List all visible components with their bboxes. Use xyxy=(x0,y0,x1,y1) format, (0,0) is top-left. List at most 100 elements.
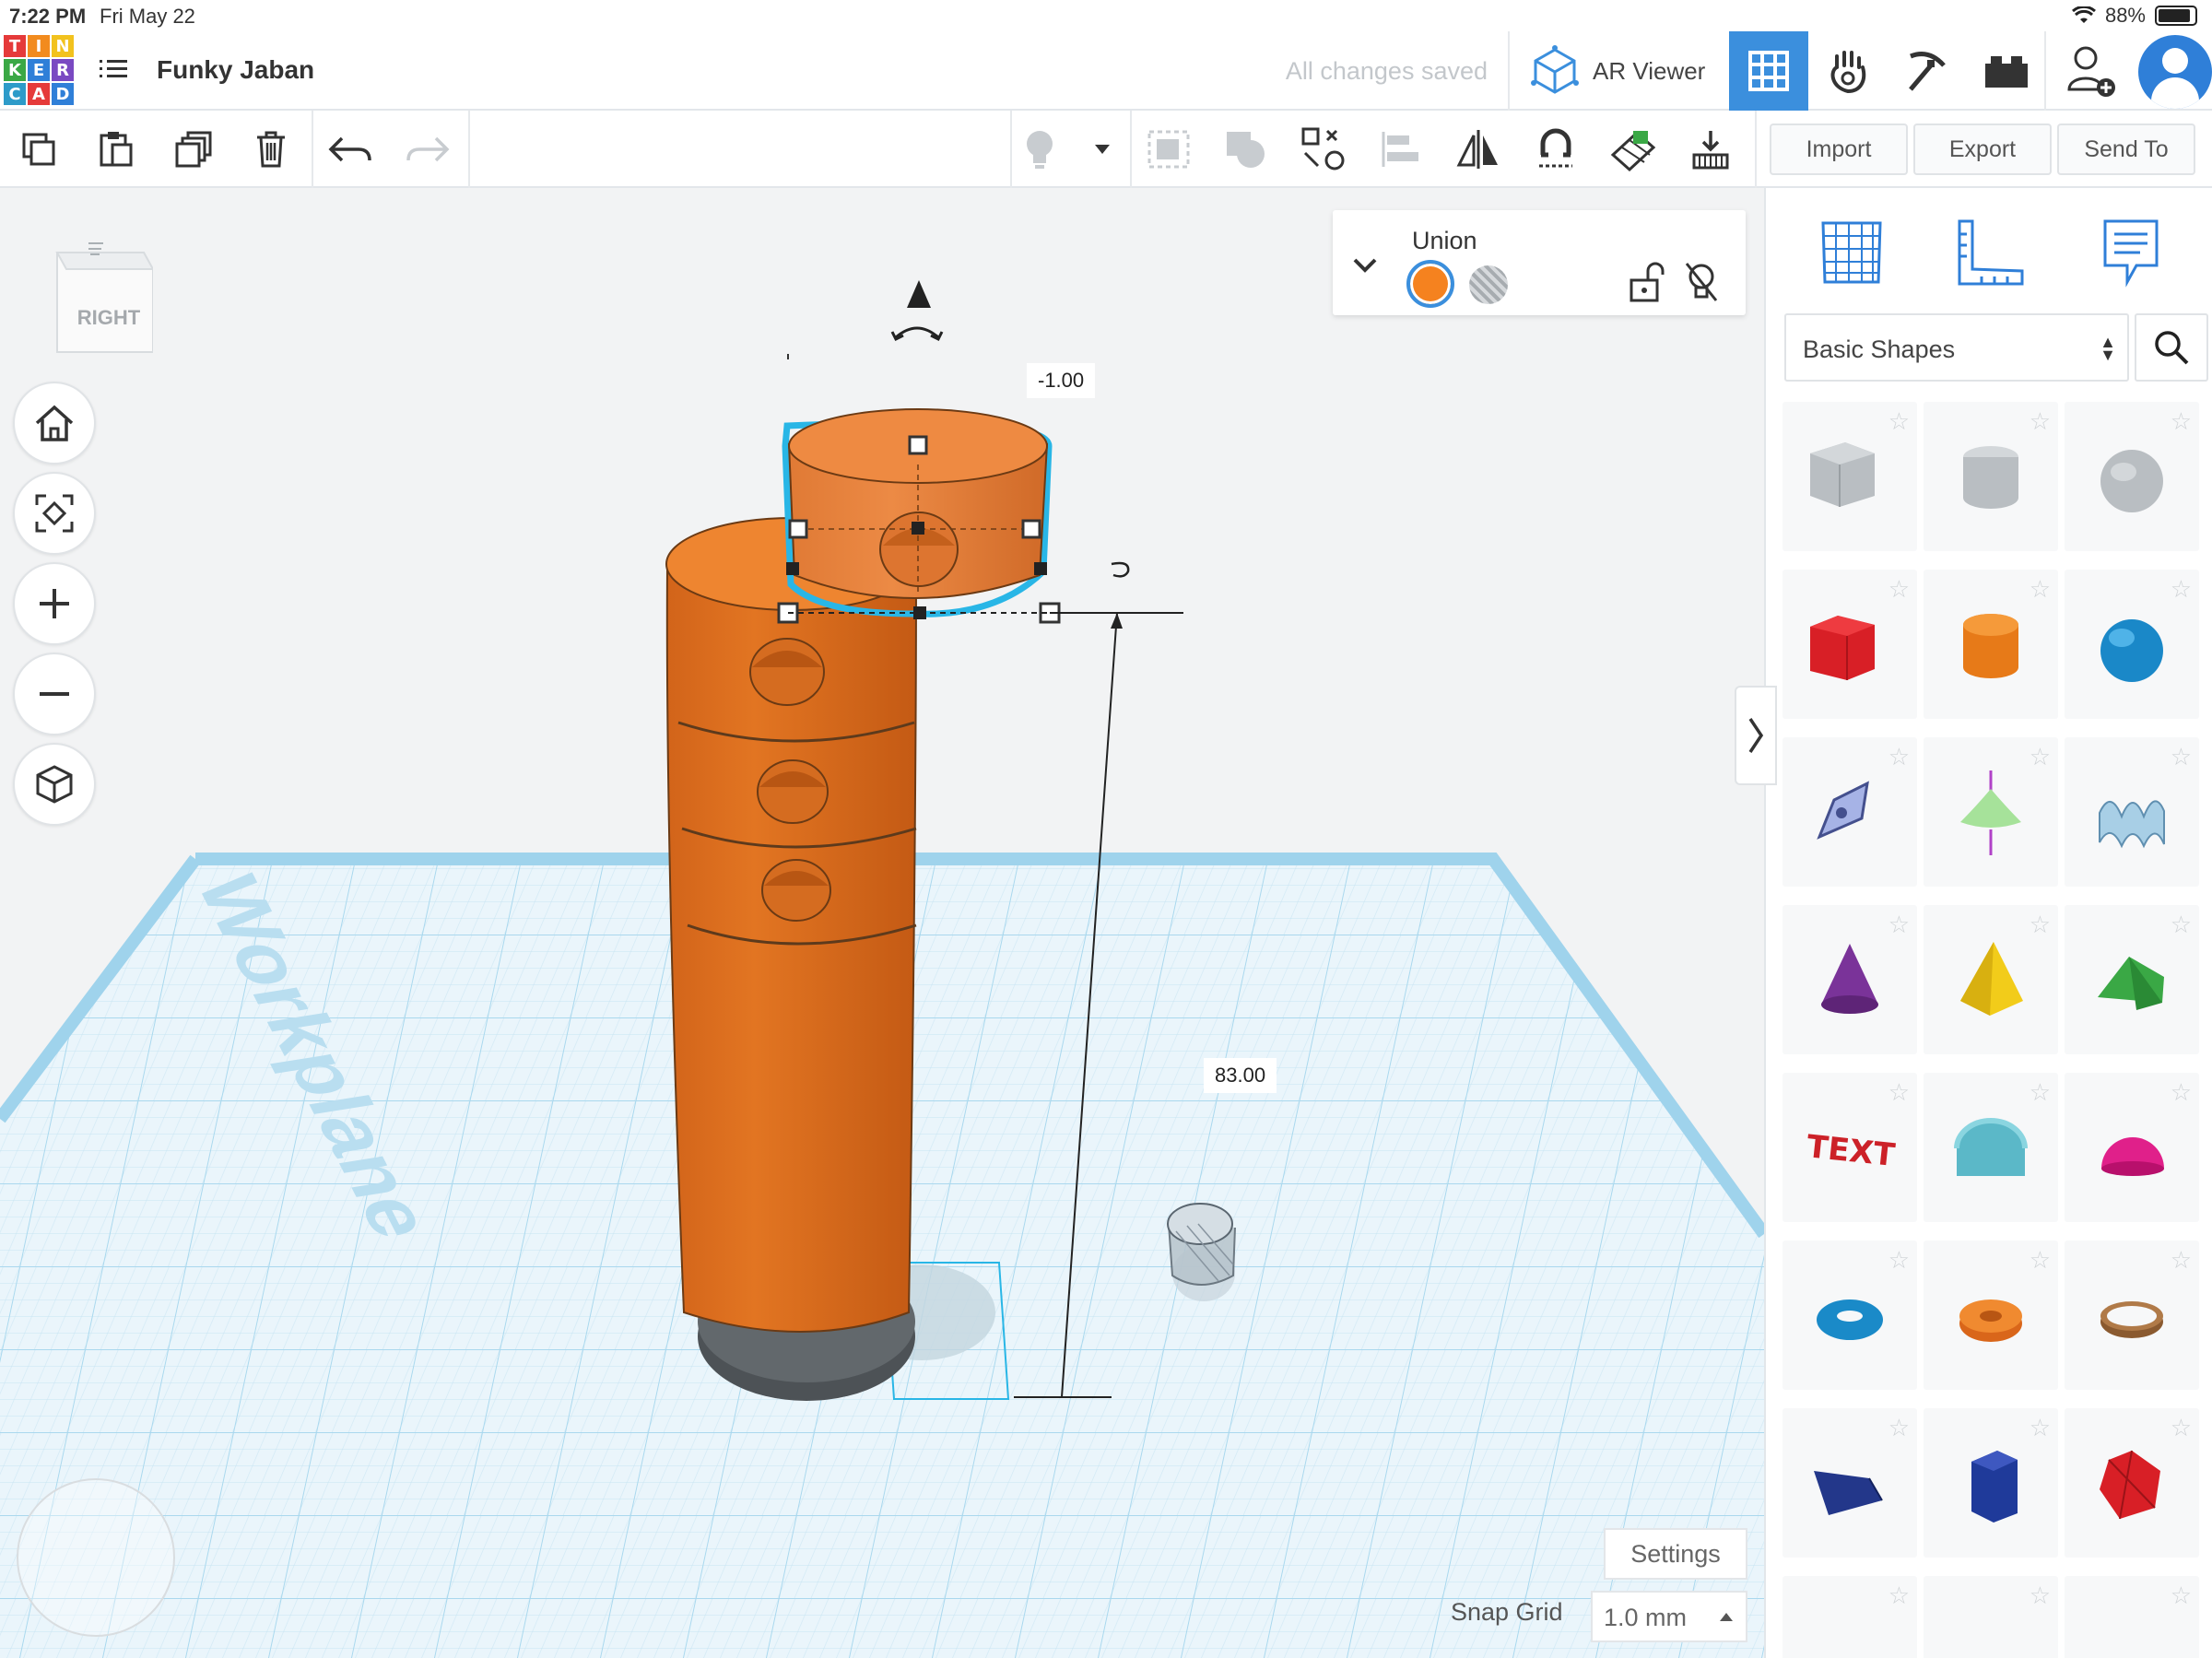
search-icon[interactable] xyxy=(2135,313,2208,382)
shape-tile[interactable]: TEXT ☆ xyxy=(1783,1073,1917,1222)
collapse-chevron-icon[interactable] xyxy=(1351,256,1379,275)
favorite-star-icon[interactable]: ☆ xyxy=(2171,1414,2192,1442)
favorite-star-icon[interactable]: ☆ xyxy=(2171,743,2192,771)
tinkercad-logo[interactable]: T I N K E R C A D xyxy=(4,35,74,105)
solid-color-swatch[interactable] xyxy=(1406,260,1454,308)
shape-tile[interactable]: ☆ xyxy=(1783,1576,1917,1658)
project-name[interactable]: Funky Jaban xyxy=(157,55,314,85)
shape-tile[interactable]: ☆ xyxy=(1783,737,1917,887)
paste-icon[interactable] xyxy=(79,111,153,188)
lego-brick-icon[interactable] xyxy=(1967,31,2046,111)
union-icon[interactable] xyxy=(1209,111,1283,188)
favorite-star-icon[interactable]: ☆ xyxy=(1888,407,1910,436)
favorite-star-icon[interactable]: ☆ xyxy=(1888,575,1910,604)
codeblocks-hand-icon[interactable] xyxy=(1808,31,1888,111)
mirror-icon[interactable] xyxy=(1441,111,1515,188)
duplicate-icon[interactable] xyxy=(157,111,230,188)
redo-icon[interactable] xyxy=(391,111,465,188)
design-menu-icon[interactable] xyxy=(100,55,131,87)
shape-tile[interactable]: ☆ xyxy=(1924,1408,2058,1558)
dimension-height-label[interactable]: 83.00 xyxy=(1204,1058,1277,1093)
favorite-star-icon[interactable]: ☆ xyxy=(2030,743,2051,771)
shape-tile[interactable]: ☆ xyxy=(1783,1241,1917,1390)
favorite-star-icon[interactable]: ☆ xyxy=(2171,1246,2192,1275)
favorite-star-icon[interactable]: ☆ xyxy=(2171,911,2192,939)
home-icon[interactable] xyxy=(13,382,96,464)
favorite-star-icon[interactable]: ☆ xyxy=(1888,1078,1910,1107)
favorite-star-icon[interactable]: ☆ xyxy=(2030,575,2051,604)
shape-tile[interactable]: ☆ xyxy=(1924,905,2058,1054)
shape-tile[interactable]: ☆ xyxy=(2065,905,2199,1054)
shape-tile[interactable]: ☆ xyxy=(2065,1576,2199,1658)
panel-collapse-tab[interactable] xyxy=(1735,686,1777,785)
hole-cylinder[interactable] xyxy=(1167,1203,1236,1301)
shape-tile[interactable]: ☆ xyxy=(1924,1073,2058,1222)
shape-tile[interactable]: ☆ xyxy=(2065,1241,2199,1390)
lift-arrow-icon[interactable] xyxy=(907,280,931,308)
shape-tile[interactable]: ☆ xyxy=(1924,737,2058,887)
favorite-star-icon[interactable]: ☆ xyxy=(2030,1414,2051,1442)
lock-icon[interactable] xyxy=(1628,260,1666,304)
dimension-top-label[interactable]: -1.00 xyxy=(1027,363,1096,398)
shape-tile[interactable]: ☆ xyxy=(1924,570,2058,719)
favorite-star-icon[interactable]: ☆ xyxy=(1888,743,1910,771)
orbit-joystick[interactable] xyxy=(17,1478,175,1637)
dropdown-icon[interactable] xyxy=(1069,111,1135,188)
delete-icon[interactable] xyxy=(234,111,308,188)
minecraft-pickaxe-icon[interactable] xyxy=(1888,31,1967,111)
send-to-button[interactable]: Send To xyxy=(2057,123,2195,175)
shape-tile[interactable]: ☆ xyxy=(2065,737,2199,887)
workplane-scene[interactable]: Workplane xyxy=(0,188,1764,1658)
align-icon[interactable] xyxy=(1364,111,1438,188)
copy-icon[interactable] xyxy=(2,111,76,188)
ruler-icon[interactable] xyxy=(1945,206,2037,299)
shape-tile[interactable]: ☆ xyxy=(1783,570,1917,719)
shape-tile[interactable]: ☆ xyxy=(1783,905,1917,1054)
import-button[interactable]: Import xyxy=(1770,123,1908,175)
magnet-icon[interactable] xyxy=(1519,111,1593,188)
settings-button[interactable]: Settings xyxy=(1604,1528,1747,1580)
3d-design-grid-icon[interactable] xyxy=(1729,31,1808,111)
favorite-star-icon[interactable]: ☆ xyxy=(2171,1078,2192,1107)
fit-view-icon[interactable] xyxy=(13,472,96,555)
favorite-star-icon[interactable]: ☆ xyxy=(2171,407,2192,436)
shape-tile[interactable]: ☆ xyxy=(2065,1408,2199,1558)
add-user-icon[interactable] xyxy=(2052,31,2131,111)
shape-tile[interactable]: ☆ xyxy=(1924,1241,2058,1390)
user-avatar-icon[interactable] xyxy=(2138,35,2212,109)
hole-striped-icon[interactable] xyxy=(1469,265,1508,304)
orange-tower[interactable] xyxy=(665,517,918,1333)
favorite-star-icon[interactable]: ☆ xyxy=(1888,1246,1910,1275)
hide-light-icon[interactable] xyxy=(1681,260,1722,304)
notes-icon[interactable] xyxy=(2085,206,2177,299)
perspective-cube-icon[interactable] xyxy=(13,743,96,826)
favorite-star-icon[interactable]: ☆ xyxy=(2171,575,2192,604)
zoom-in-icon[interactable] xyxy=(13,562,96,645)
rotate-side-icon[interactable] xyxy=(1111,561,1130,578)
workplane-icon[interactable] xyxy=(1596,111,1670,188)
favorite-star-icon[interactable]: ☆ xyxy=(2030,407,2051,436)
view-cube[interactable]: RIGHT xyxy=(48,232,155,361)
favorite-star-icon[interactable]: ☆ xyxy=(2171,1582,2192,1610)
zoom-out-icon[interactable] xyxy=(13,653,96,735)
snap-grid-select[interactable]: 1.0 mm xyxy=(1591,1591,1747,1642)
drop-icon[interactable] xyxy=(1674,111,1747,188)
workplane-grid-icon[interactable] xyxy=(1805,206,1897,299)
favorite-star-icon[interactable]: ☆ xyxy=(2030,1246,2051,1275)
shape-tile[interactable]: ☆ xyxy=(2065,1073,2199,1222)
shape-tile[interactable]: ☆ xyxy=(2065,570,2199,719)
favorite-star-icon[interactable]: ☆ xyxy=(2030,1078,2051,1107)
favorite-star-icon[interactable]: ☆ xyxy=(1888,1414,1910,1442)
light-bulb-icon[interactable] xyxy=(1003,111,1077,188)
3d-viewport[interactable]: Workplane RIGHT -1.00 83.00 Union Settin… xyxy=(0,188,1764,1658)
group-icon[interactable] xyxy=(1132,111,1206,188)
shape-tile[interactable]: ☆ xyxy=(1783,1408,1917,1558)
favorite-star-icon[interactable]: ☆ xyxy=(1888,911,1910,939)
shape-tile[interactable]: ☆ xyxy=(1924,1576,2058,1658)
shape-tile[interactable]: ☆ xyxy=(2065,402,2199,551)
ar-viewer-button[interactable]: AR Viewer xyxy=(1530,44,1705,98)
favorite-star-icon[interactable]: ☆ xyxy=(2030,1582,2051,1610)
shape-category-select[interactable]: Basic Shapes ▲ ▼ xyxy=(1784,313,2129,382)
cruise-icon[interactable] xyxy=(1287,111,1360,188)
favorite-star-icon[interactable]: ☆ xyxy=(2030,911,2051,939)
